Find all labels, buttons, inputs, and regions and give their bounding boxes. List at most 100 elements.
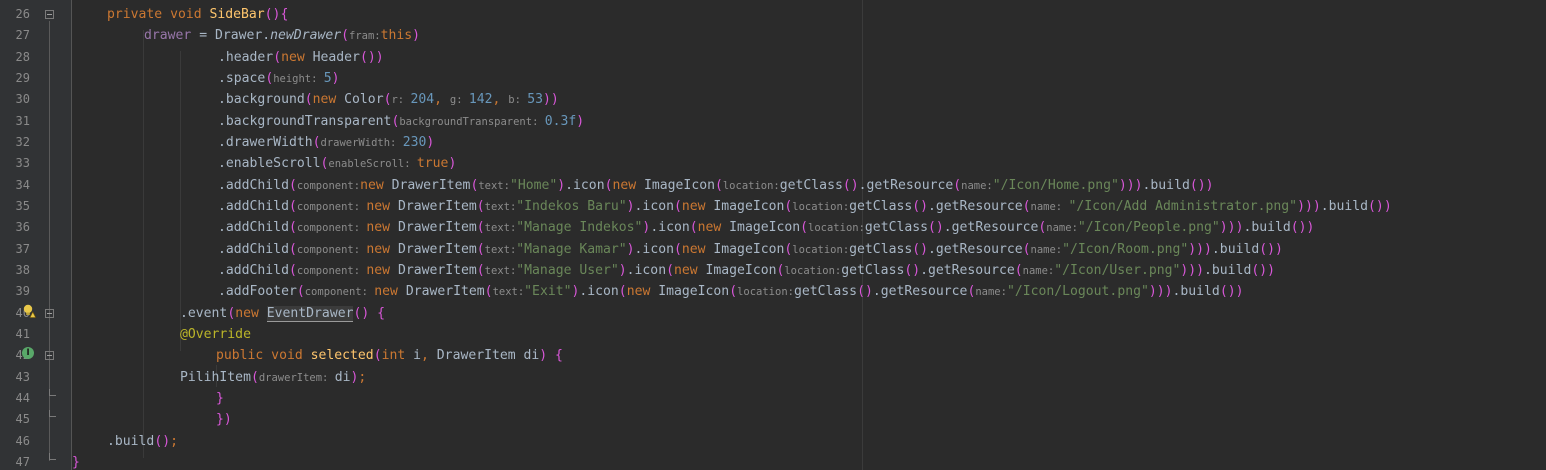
code-token: ( (304, 92, 313, 108)
code-token: ( (288, 220, 297, 236)
code-token: text: (484, 243, 517, 256)
code-line[interactable]: .addChild(component:new DrawerItem(text:… (218, 175, 1214, 196)
code-line[interactable]: .enableScroll(enableScroll: true) (218, 153, 456, 174)
code-token: ) (557, 177, 566, 193)
code-token: ( (476, 220, 485, 236)
code-line[interactable]: } (72, 452, 80, 470)
line-number: 38 (15, 262, 30, 277)
code-line[interactable]: .background(new Color(r: 204, g: 142, b:… (218, 89, 559, 110)
code-token: Header (312, 49, 360, 65)
code-token: location: (792, 200, 850, 213)
code-token: component: (296, 264, 367, 277)
code-token: ( (714, 177, 723, 193)
code-line[interactable]: }) (216, 409, 232, 430)
code-token: ) (331, 70, 340, 86)
code-token: int (381, 348, 414, 364)
code-token: .addChild (218, 241, 289, 257)
fold-end-icon[interactable] (49, 410, 56, 417)
code-token: component: (296, 243, 367, 256)
code-token: new (681, 241, 714, 257)
intention-bulb-icon[interactable] (22, 304, 36, 318)
code-line[interactable]: .addChild(component: new DrawerItem(text… (218, 217, 1314, 238)
implements-method-icon[interactable]: I (22, 347, 34, 359)
line-number: 33 (15, 156, 30, 171)
code-token: name: (975, 286, 1007, 299)
fold-collapse-icon[interactable] (45, 351, 54, 360)
fold-end-icon[interactable] (49, 453, 56, 460)
code-token: "Indekos Baru" (516, 198, 627, 214)
code-token: () (904, 262, 921, 278)
code-token: "/Icon/Add Administrator.png" (1068, 198, 1298, 214)
code-line[interactable]: .addChild(component: new DrawerItem(text… (218, 260, 1275, 281)
code-token: new (626, 284, 659, 300)
code-token: ) (626, 198, 635, 214)
code-token: height: (273, 72, 324, 85)
code-line[interactable]: @Override (180, 324, 251, 345)
code-token: , (421, 348, 437, 364)
code-line[interactable]: drawer = Drawer.newDrawer(fram:this) (144, 25, 420, 46)
code-line[interactable]: PilihItem(drawerItem: di); (180, 367, 366, 388)
code-token: .build (1320, 198, 1369, 214)
code-token: ( (476, 241, 485, 257)
code-token: ; (170, 433, 178, 449)
code-token: ( (296, 284, 305, 300)
code-token: ))) (1118, 177, 1143, 193)
code-token: component: (296, 200, 367, 213)
fold-end-icon[interactable] (49, 389, 56, 396)
code-token: "/Icon/Logout.png" (1006, 284, 1149, 300)
code-token: location: (784, 264, 842, 277)
code-token: DrawerItem (397, 198, 477, 214)
code-token: "/Icon/User.png" (1054, 262, 1181, 278)
code-line[interactable]: private void SideBar(){ (107, 4, 288, 25)
code-token: location: (737, 286, 794, 299)
code-token: getClass (849, 198, 913, 214)
code-token: .icon (634, 198, 674, 214)
code-token: ()) (1189, 177, 1214, 193)
line-number: 45 (15, 412, 30, 427)
code-token: .addChild (218, 177, 289, 193)
code-token: ( (476, 198, 485, 214)
code-token: ( (1022, 198, 1031, 214)
code-token: new (673, 262, 706, 278)
code-line[interactable]: .event(new EventDrawer() { (180, 303, 385, 324)
code-line[interactable]: .backgroundTransparent(backgroundTranspa… (218, 111, 584, 132)
code-token: ))) (1188, 241, 1212, 257)
fold-collapse-icon[interactable] (45, 10, 54, 19)
code-token: .icon (565, 177, 605, 193)
code-token: .getResource (943, 220, 1039, 236)
fold-collapse-icon[interactable] (45, 309, 54, 318)
code-token: ))) (1219, 220, 1244, 236)
code-line[interactable]: .addFooter(component: new DrawerItem(tex… (218, 281, 1243, 302)
code-token: ( (618, 284, 627, 300)
code-token: .addFooter (218, 284, 297, 300)
code-line[interactable]: .header(new Header()) (218, 47, 384, 68)
code-token: getClass (864, 220, 928, 236)
code-token: ()) (359, 49, 384, 65)
line-number: 27 (15, 28, 30, 43)
code-line[interactable]: .space(height: 5) (218, 68, 340, 89)
line-number: 32 (15, 134, 30, 149)
line-number: 30 (15, 92, 30, 107)
code-token: ( (273, 49, 282, 65)
code-line[interactable]: .drawerWidth(drawerWidth: 230) (218, 132, 434, 153)
code-token: getClass (779, 177, 843, 193)
code-editor[interactable]: private void SideBar(){drawer = Drawer.n… (72, 0, 1546, 470)
code-token: @Override (180, 326, 251, 342)
code-token: ) (426, 134, 435, 150)
code-line[interactable]: .addChild(component: new DrawerItem(text… (218, 239, 1283, 260)
code-line[interactable]: public void selected(int i, DrawerItem d… (216, 345, 563, 366)
code-token: new (366, 220, 398, 236)
code-token: getClass (841, 262, 905, 278)
code-line[interactable]: .addChild(component: new DrawerItem(text… (218, 196, 1392, 217)
code-token: DrawerItem (397, 241, 477, 257)
code-token: .build (107, 433, 155, 449)
line-number: 36 (15, 220, 30, 235)
code-line[interactable]: } (216, 388, 224, 409)
code-line[interactable]: .build(); (107, 431, 178, 452)
code-token: text: (484, 200, 517, 213)
line-number: 34 (15, 177, 30, 192)
line-number: 41 (15, 326, 30, 341)
code-token: ) (576, 113, 585, 129)
code-token: i (413, 348, 422, 364)
code-token: ) (626, 241, 635, 257)
